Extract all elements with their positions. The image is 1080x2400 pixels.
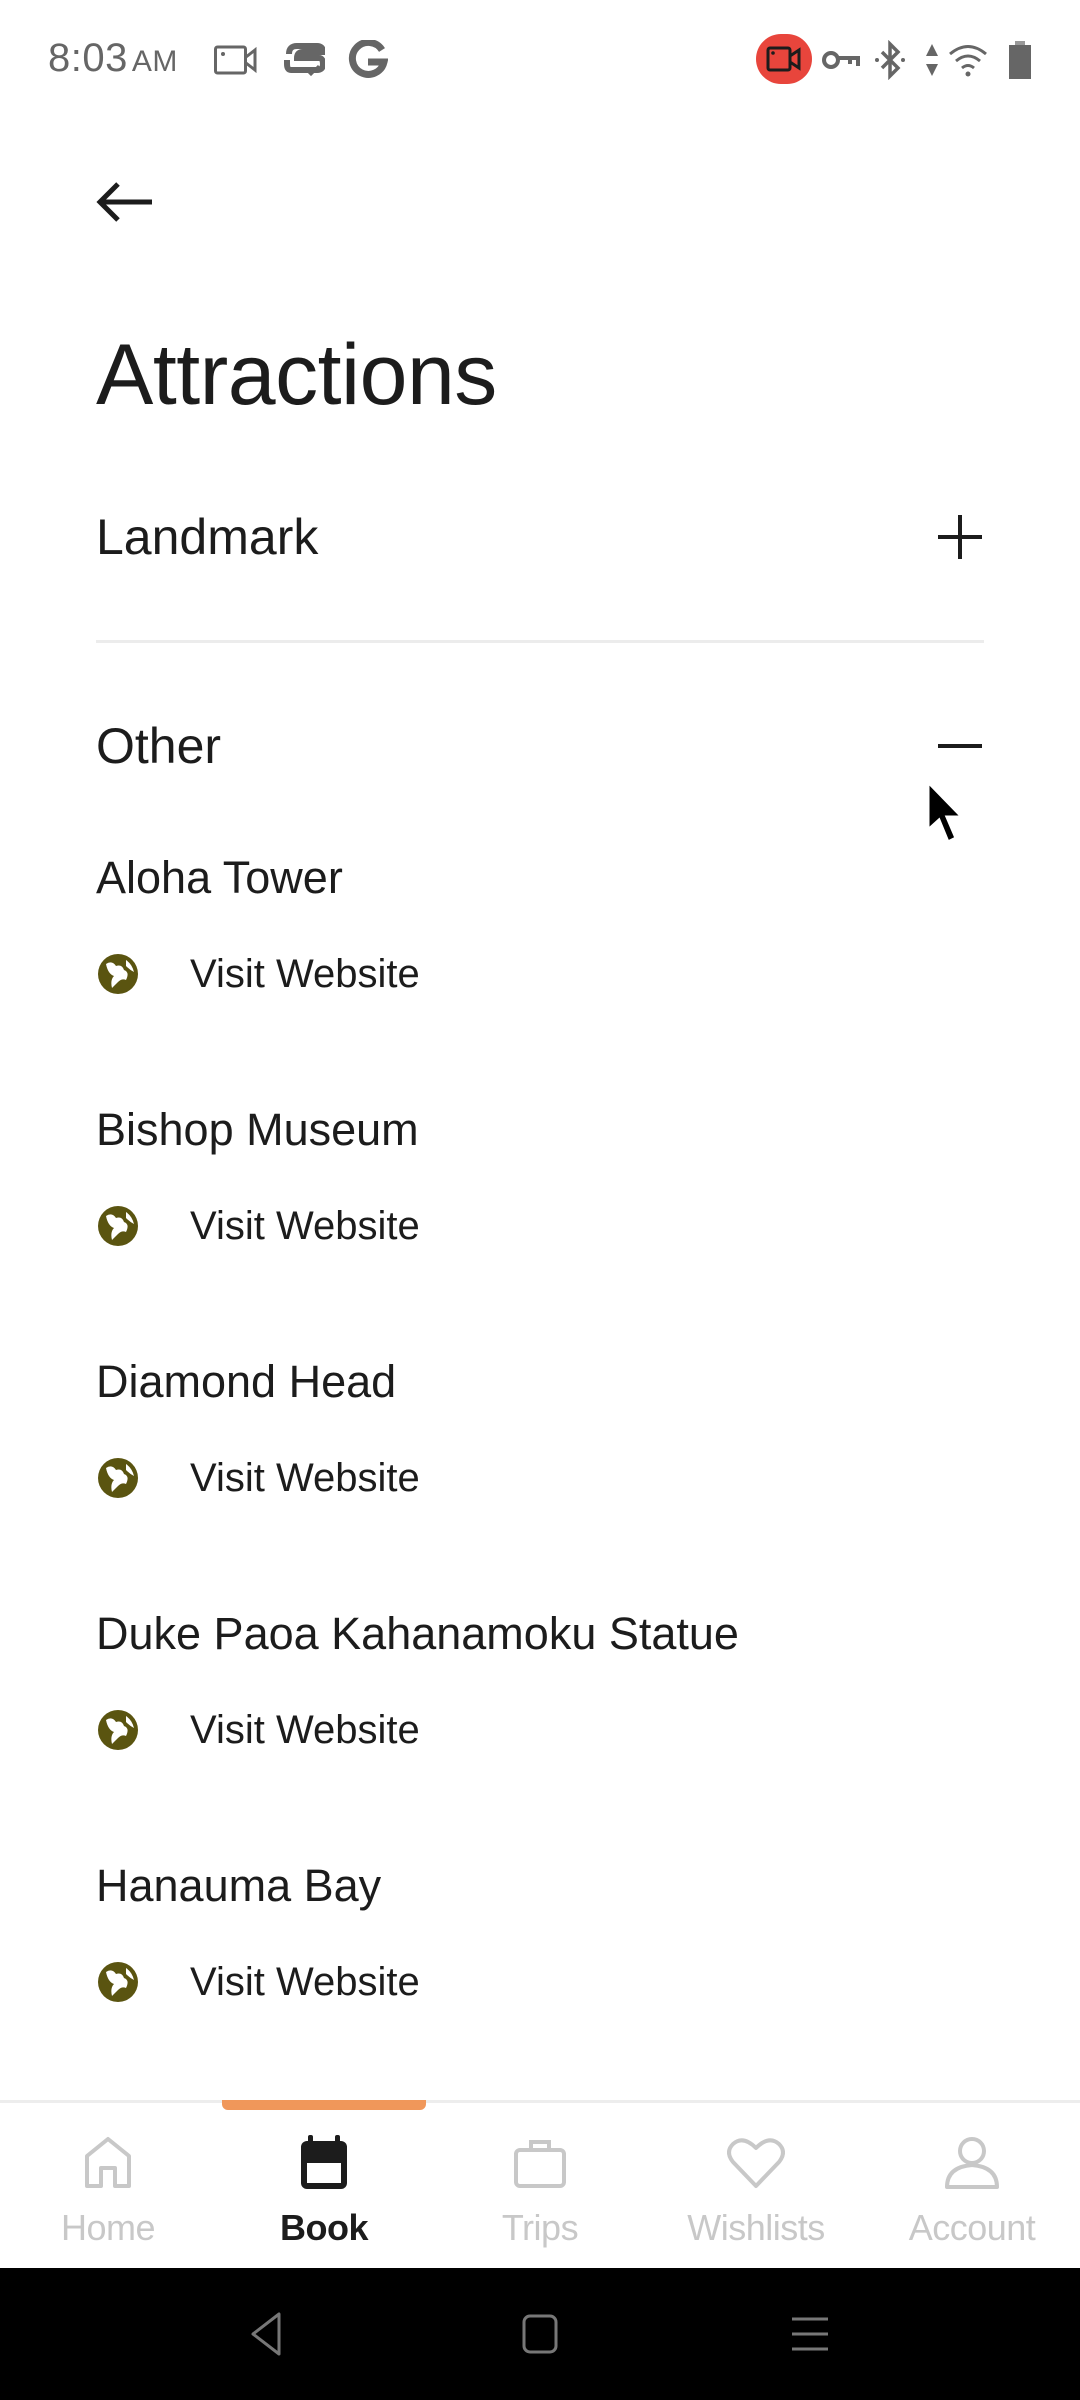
visit-website-text: Visit Website bbox=[190, 1455, 420, 1500]
attraction-name: Aloha Tower bbox=[96, 852, 343, 903]
visit-website-link[interactable]: Visit Website bbox=[96, 1700, 420, 1760]
attraction-item: Diamond Head Visit Website bbox=[96, 1352, 984, 1500]
visit-website-text: Visit Website bbox=[190, 1707, 420, 1752]
section-label: Landmark bbox=[96, 509, 319, 565]
back-triangle-icon bbox=[251, 2312, 281, 2356]
nav-label: Book bbox=[280, 2207, 369, 2248]
nav-item-trips[interactable]: Trips bbox=[432, 2133, 648, 2253]
visit-website-text: Visit Website bbox=[190, 1203, 420, 1248]
nav-item-home[interactable]: Home bbox=[0, 2133, 216, 2253]
nav-label: Home bbox=[60, 2207, 156, 2248]
arrow-left-icon bbox=[96, 182, 152, 222]
visit-website-link[interactable]: Visit Website bbox=[96, 944, 420, 1004]
section-divider bbox=[96, 640, 984, 643]
globe-icon bbox=[98, 1710, 138, 1750]
recording-indicator-icon bbox=[756, 34, 812, 84]
attraction-item: Bishop Museum Visit Website bbox=[96, 1100, 984, 1248]
visit-website-text: Visit Website bbox=[190, 951, 420, 996]
attraction-item: Aloha Tower Visit Website bbox=[96, 848, 984, 996]
section-header-landmark[interactable]: Landmark bbox=[96, 497, 984, 577]
bluetooth-icon bbox=[872, 38, 908, 82]
section-label: Other bbox=[96, 718, 222, 774]
vpn-key-icon bbox=[822, 38, 860, 82]
globe-icon bbox=[98, 1962, 138, 2002]
section-header-other[interactable]: Other bbox=[96, 706, 984, 786]
nav-label: Wishlists bbox=[687, 2207, 825, 2248]
home-icon bbox=[78, 2133, 138, 2193]
active-tab-indicator bbox=[222, 2100, 426, 2110]
mouse-cursor-icon bbox=[926, 780, 966, 845]
system-home-button[interactable] bbox=[510, 2304, 570, 2364]
nav-label: Account bbox=[908, 2207, 1036, 2248]
time-text: 8:03 bbox=[48, 36, 128, 80]
data-arrows-icon bbox=[920, 38, 944, 82]
system-recents-button[interactable] bbox=[780, 2304, 840, 2364]
back-button[interactable] bbox=[96, 172, 168, 232]
system-nav-bar bbox=[0, 2268, 1080, 2400]
visit-website-link[interactable]: Visit Website bbox=[96, 1952, 420, 2012]
attraction-item: Duke Paoa Kahanamoku Statue Visit Websit… bbox=[96, 1604, 984, 1752]
plus-icon[interactable] bbox=[936, 513, 984, 561]
recents-icon bbox=[792, 2317, 828, 2351]
battery-icon bbox=[1004, 38, 1036, 82]
globe-icon bbox=[98, 1458, 138, 1498]
attraction-name: Diamond Head bbox=[96, 1356, 397, 1407]
suitcase-icon bbox=[510, 2133, 570, 2193]
attraction-item: Hanauma Bay Visit Website bbox=[96, 1856, 984, 2004]
person-icon bbox=[942, 2133, 1002, 2193]
screen-record-icon bbox=[214, 38, 258, 82]
status-time: 8:03 AM bbox=[48, 36, 178, 81]
attraction-name: Duke Paoa Kahanamoku Statue bbox=[96, 1608, 739, 1659]
visit-website-text: Visit Website bbox=[190, 1959, 420, 2004]
google-icon bbox=[346, 38, 390, 82]
wifi-icon bbox=[946, 38, 990, 82]
status-bar: 8:03 AM bbox=[0, 0, 1080, 120]
visit-website-link[interactable]: Visit Website bbox=[96, 1196, 420, 1256]
nav-item-wishlists[interactable]: Wishlists bbox=[648, 2133, 864, 2253]
globe-icon bbox=[98, 954, 138, 994]
globe-icon bbox=[98, 1206, 138, 1246]
heart-icon bbox=[726, 2133, 786, 2193]
app-notification-icon bbox=[282, 38, 326, 82]
system-back-button[interactable] bbox=[236, 2304, 296, 2364]
nav-item-book[interactable]: Book bbox=[216, 2133, 432, 2253]
page-title: Attractions bbox=[96, 327, 497, 423]
minus-icon[interactable] bbox=[936, 722, 984, 770]
calendar-icon bbox=[294, 2133, 354, 2193]
nav-item-account[interactable]: Account bbox=[864, 2133, 1080, 2253]
visit-website-link[interactable]: Visit Website bbox=[96, 1448, 420, 1508]
home-square-icon bbox=[522, 2314, 558, 2354]
attraction-name: Bishop Museum bbox=[96, 1104, 419, 1155]
bottom-nav: Home Book Trips Wishlists Account bbox=[0, 2100, 1080, 2268]
ampm-text: AM bbox=[131, 45, 178, 78]
nav-label: Trips bbox=[501, 2207, 579, 2248]
attraction-name: Hanauma Bay bbox=[96, 1860, 382, 1911]
